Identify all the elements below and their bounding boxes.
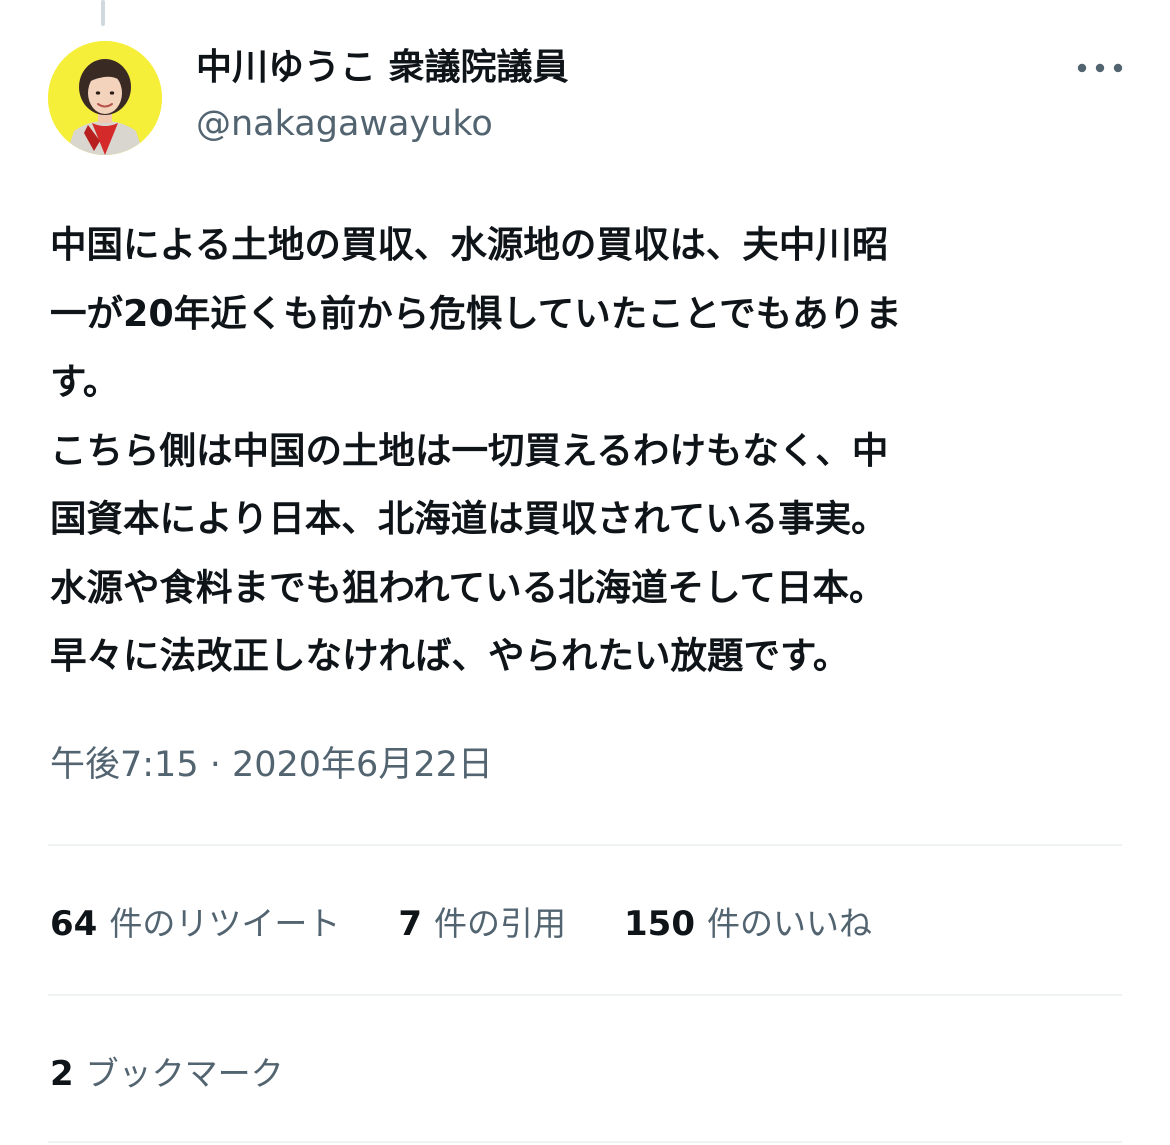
- quotes-label: 件の引用: [434, 904, 566, 943]
- tweet-text-line: 水源や食料までも狙われている北海道そして日本。: [50, 565, 886, 609]
- bookmarks-count: 2: [50, 1054, 74, 1094]
- tweet-text-line: 早々に法改正しなければ、やられたい放題です。: [50, 634, 850, 677]
- likes-stat[interactable]: 150 件のいいね: [624, 897, 872, 945]
- tweet-text-line: 中国による土地の買収、水源地の買収は、夫中川昭: [50, 223, 889, 266]
- divider: [48, 994, 1122, 996]
- likes-count: 150: [624, 904, 695, 944]
- likes-label: 件のいいね: [706, 904, 872, 943]
- more-options-button[interactable]: [1070, 46, 1130, 90]
- tweet-text-line: 国資本により日本、北海道は買収されている事実。: [50, 497, 888, 540]
- tweet-timestamp[interactable]: 午後7:15 · 2020年6月22日: [50, 740, 493, 790]
- tweet-text-line: こちら側は中国の土地は一切買えるわけもなく、中: [50, 428, 889, 472]
- avatar[interactable]: [48, 41, 162, 155]
- divider: [48, 1141, 1122, 1143]
- tweet-text: 中国による土地の買収、水源地の買収は、夫中川昭 一が20年近くも前から危惧してい…: [50, 211, 1125, 691]
- retweets-label: 件のリツイート: [109, 904, 341, 943]
- profile-photo-icon: [48, 41, 162, 155]
- author-display-name[interactable]: 中川ゆうこ 衆議院議員: [196, 46, 569, 90]
- quotes-count: 7: [398, 904, 422, 944]
- divider: [48, 844, 1122, 846]
- quotes-stat[interactable]: 7 件の引用: [398, 897, 566, 945]
- bookmarks-label: ブックマーク: [85, 1054, 284, 1093]
- tweet-text-line: 一が20年近くも前から危惧していたことでもありま: [50, 291, 902, 335]
- retweets-stat[interactable]: 64 件のリツイート: [50, 897, 340, 945]
- engagement-stats: 64 件のリツイート 7 件の引用 150 件のいいね: [50, 893, 872, 949]
- bookmarks-stat[interactable]: 2 ブックマーク: [50, 1043, 284, 1099]
- author-handle[interactable]: @nakagawayuko: [196, 102, 493, 146]
- tweet-text-line: す。: [50, 360, 120, 403]
- more-horizontal-icon: [1077, 63, 1123, 73]
- retweets-count: 64: [50, 904, 98, 944]
- thread-connector-line: [101, 0, 105, 26]
